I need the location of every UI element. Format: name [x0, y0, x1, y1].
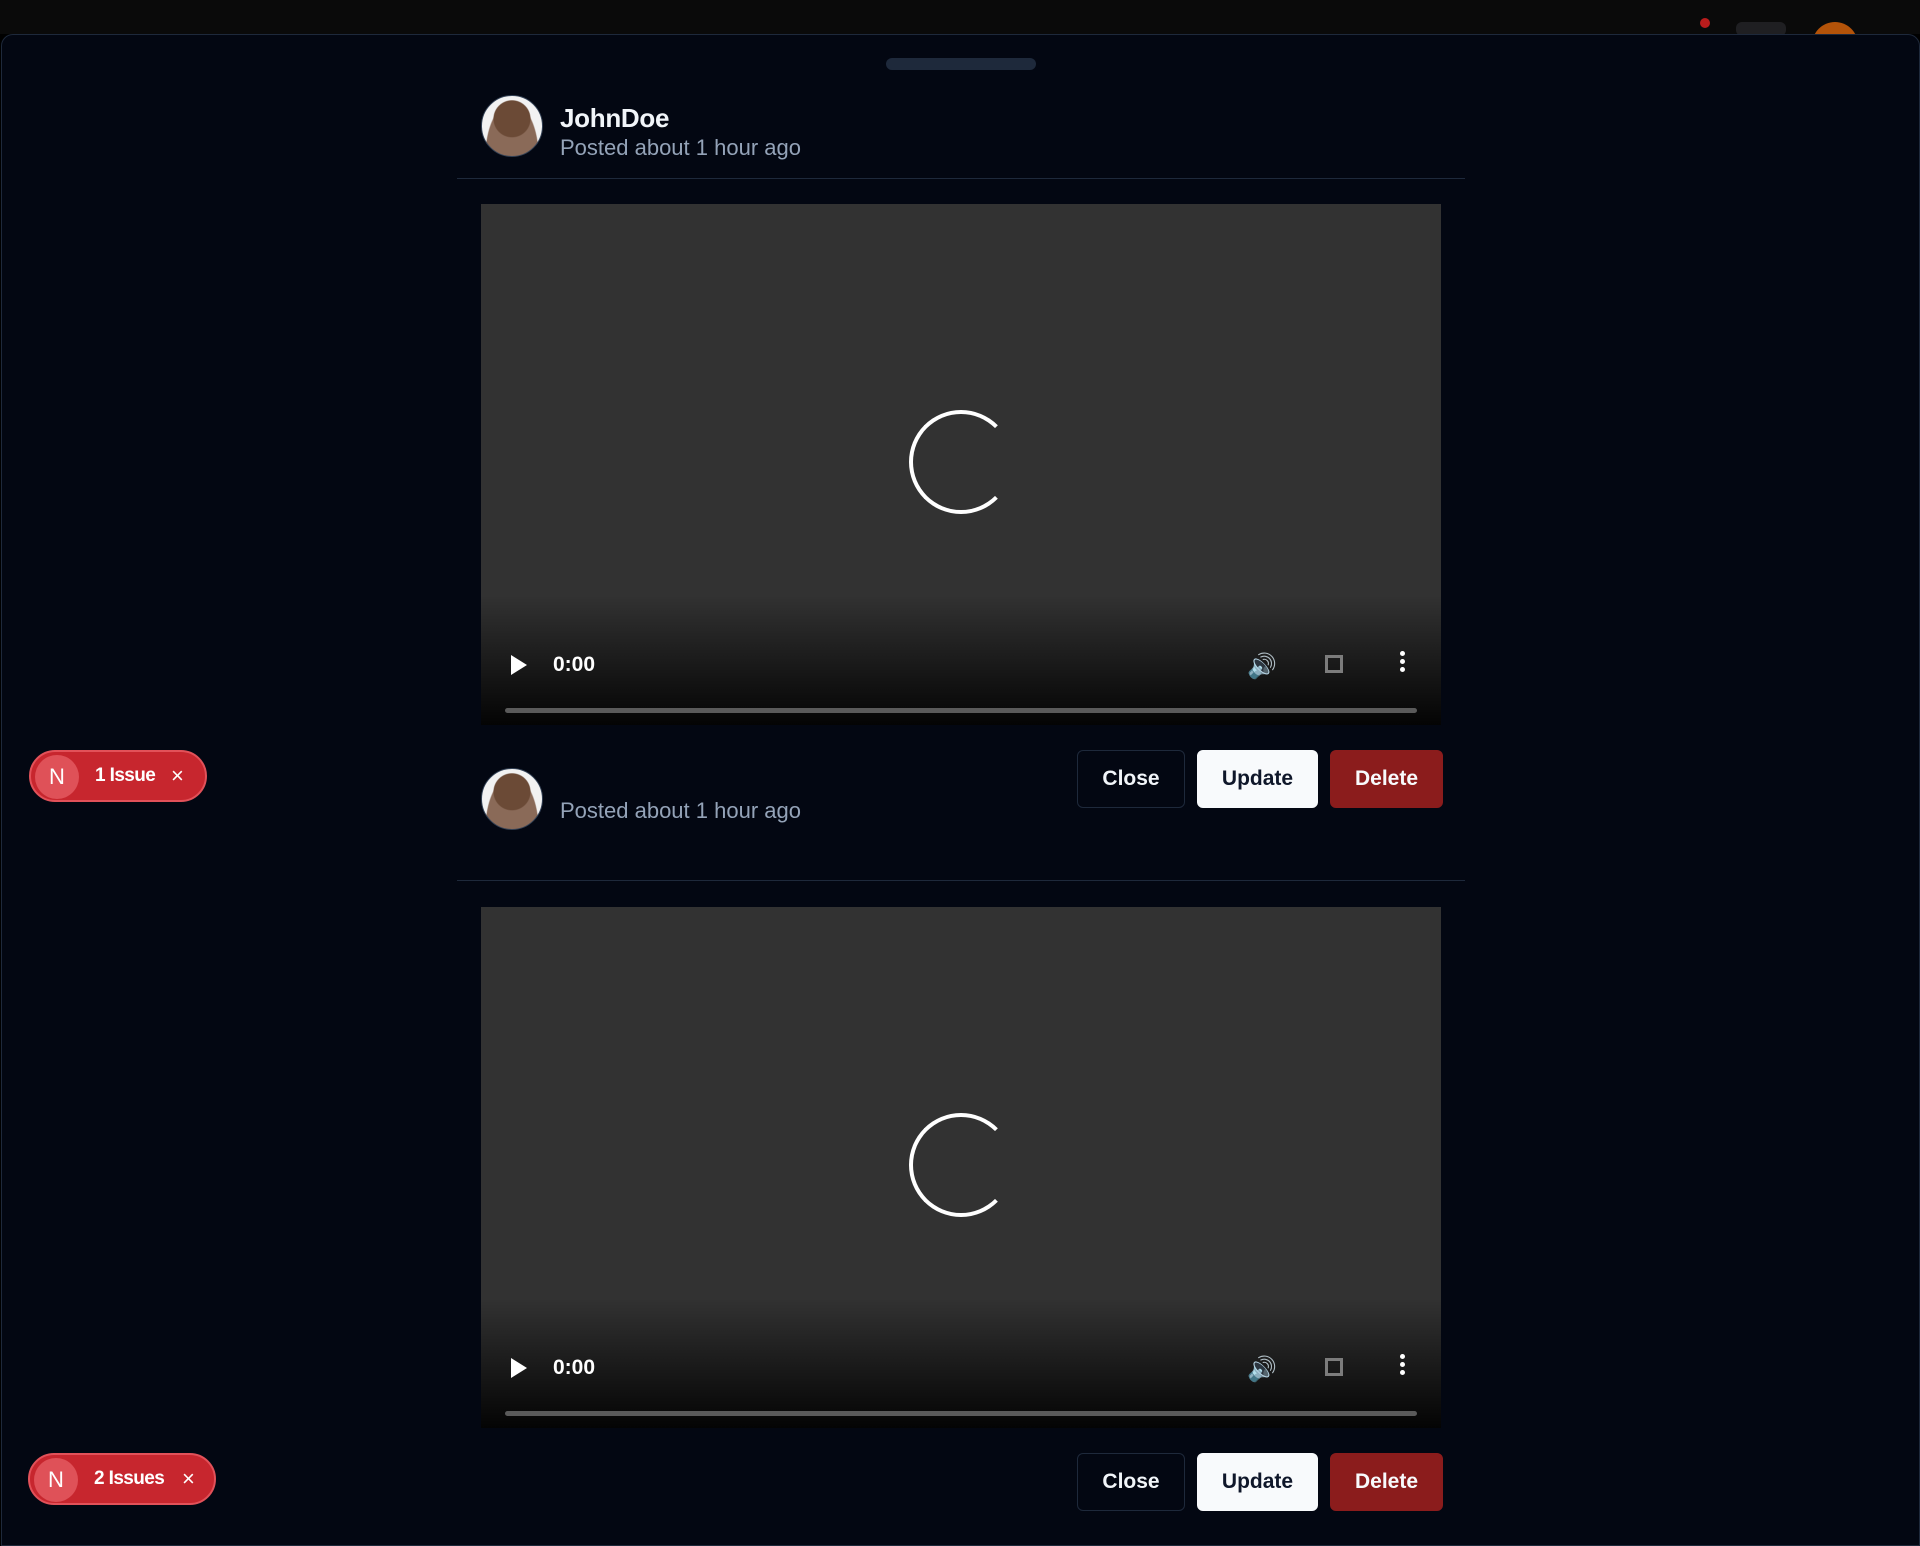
nextjs-logo-icon: N — [35, 755, 79, 799]
loading-spinner-icon — [909, 1112, 1013, 1217]
loading-spinner-icon — [909, 409, 1013, 514]
close-button[interactable]: Close — [1077, 1453, 1185, 1511]
drag-handle[interactable] — [886, 58, 1036, 70]
fullscreen-icon[interactable] — [1325, 655, 1343, 673]
post-header: Posted about 1 hour ago — [481, 768, 1081, 862]
progress-bar[interactable] — [505, 1411, 1417, 1416]
volume-icon[interactable]: 🔊 — [1247, 652, 1277, 681]
divider — [457, 880, 1465, 881]
progress-bar[interactable] — [505, 708, 1417, 713]
post-sheet: JohnDoe Posted about 1 hour ago 0:00 🔊 C… — [1, 34, 1920, 1546]
post-header: JohnDoe Posted about 1 hour ago — [481, 95, 1081, 160]
issue-count[interactable]: 2 Issues — [94, 1468, 165, 1490]
username: JohnDoe — [560, 103, 670, 133]
issue-badge[interactable]: N 2 Issues × — [28, 1453, 216, 1505]
notification-dot — [1700, 18, 1710, 28]
play-icon[interactable] — [511, 655, 527, 675]
top-bar — [0, 0, 1920, 68]
divider — [457, 178, 1465, 179]
delete-button[interactable]: Delete — [1330, 750, 1443, 808]
nextjs-logo-icon: N — [34, 1458, 78, 1502]
issue-count[interactable]: 1 Issue — [95, 765, 156, 787]
post-timestamp: Posted about 1 hour ago — [560, 135, 801, 160]
avatar — [481, 95, 543, 157]
avatar — [481, 768, 543, 830]
close-icon[interactable]: × — [182, 1466, 195, 1492]
update-button[interactable]: Update — [1197, 750, 1318, 808]
video-controls: 0:00 🔊 — [481, 645, 1441, 725]
video-controls: 0:00 🔊 — [481, 1348, 1441, 1428]
volume-icon[interactable]: 🔊 — [1247, 1355, 1277, 1384]
delete-button[interactable]: Delete — [1330, 1453, 1443, 1511]
more-options-icon[interactable] — [1400, 1354, 1406, 1378]
fullscreen-icon[interactable] — [1325, 1358, 1343, 1376]
close-button[interactable]: Close — [1077, 750, 1185, 808]
play-icon[interactable] — [511, 1358, 527, 1378]
update-button[interactable]: Update — [1197, 1453, 1318, 1511]
post-timestamp: Posted about 1 hour ago — [560, 798, 801, 823]
current-time: 0:00 — [553, 1356, 596, 1379]
current-time: 0:00 — [553, 653, 596, 676]
issue-badge[interactable]: N 1 Issue × — [29, 750, 207, 802]
video-player[interactable]: 0:00 🔊 — [481, 204, 1441, 725]
close-icon[interactable]: × — [171, 763, 184, 789]
more-options-icon[interactable] — [1400, 651, 1406, 675]
video-player[interactable]: 0:00 🔊 — [481, 907, 1441, 1428]
